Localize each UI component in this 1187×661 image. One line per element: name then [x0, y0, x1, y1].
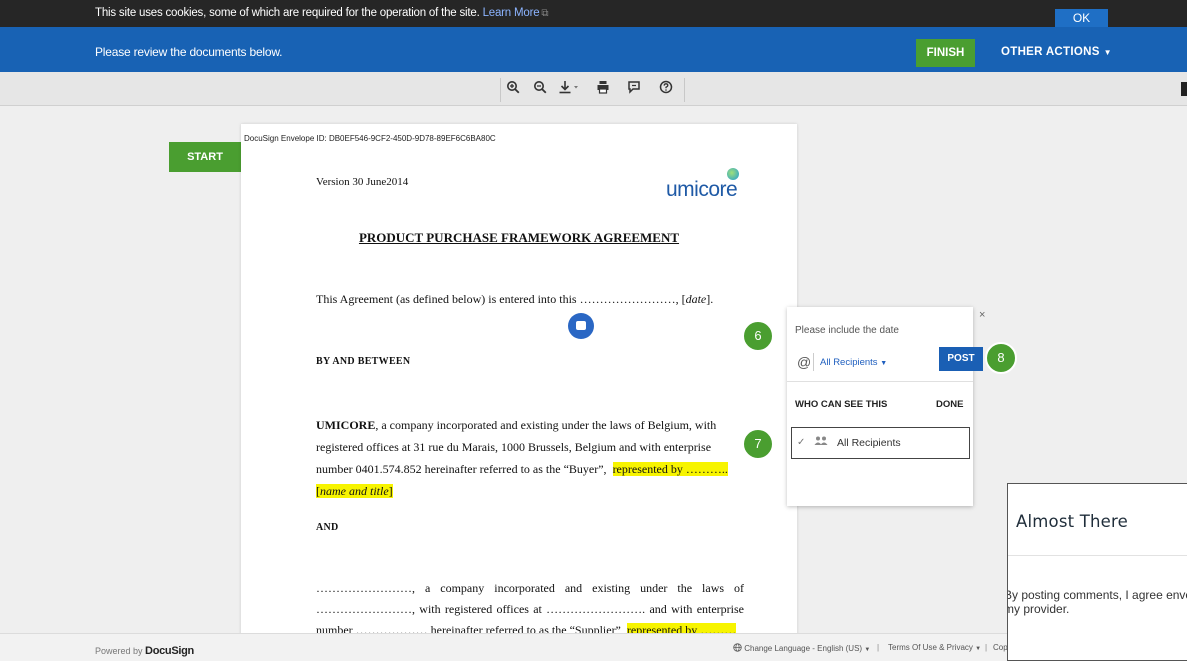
post-button[interactable]: POST	[939, 347, 983, 371]
footer-separator: |	[877, 643, 880, 652]
umicore-logo: umicore	[666, 178, 738, 201]
other-actions-label: OTHER ACTIONS	[1001, 46, 1100, 58]
other-actions-menu[interactable]: OTHER ACTIONS ▼	[1001, 46, 1112, 58]
supplier-paragraph: ……………………, a company incorporated and exi…	[316, 581, 744, 637]
comment-toggle-icon[interactable]	[624, 80, 644, 98]
recipients-dropdown[interactable]: All Recipients ▼	[820, 357, 887, 368]
comment-marker-icon[interactable]	[568, 313, 594, 339]
zoom-out-icon[interactable]	[530, 80, 550, 98]
docusign-logo: DocuSign	[145, 645, 194, 657]
start-button[interactable]: START	[169, 142, 251, 172]
logo-dot-icon	[727, 168, 739, 180]
document-page: DocuSign Envelope ID: DB0EF546-9CF2-450D…	[241, 124, 797, 644]
caret-down-icon: ▼	[1103, 48, 1112, 57]
print-icon[interactable]	[593, 80, 613, 98]
dialog-body-clip: By posting comments, I agree envelope re…	[1008, 556, 1187, 661]
toolbar-divider	[684, 78, 685, 102]
by-and-between-heading: BY AND BETWEEN	[316, 356, 411, 367]
sidebar-toggle-icon[interactable]	[1181, 82, 1187, 96]
caret-down-icon: ▼	[975, 646, 982, 652]
envelope-id: DocuSign Envelope ID: DB0EF546-9CF2-450D…	[244, 134, 496, 143]
zoom-in-icon[interactable]	[503, 80, 523, 98]
people-icon	[814, 436, 828, 449]
cookie-ok-button[interactable]: OK	[1055, 9, 1108, 27]
finish-button[interactable]: FINISH	[916, 39, 975, 67]
terms-link[interactable]: Terms Of Use & Privacy ▼	[888, 643, 981, 652]
document-title: PRODUCT PURCHASE FRAMEWORK AGREEMENT	[358, 230, 680, 245]
change-language-menu[interactable]: Change Language - English (US) ▼	[733, 643, 870, 653]
step-badge: 7	[742, 428, 774, 460]
caret-down-icon: ▼	[880, 360, 888, 367]
and-heading: AND	[316, 522, 339, 533]
footer-separator: |	[985, 643, 988, 652]
globe-icon	[733, 643, 742, 652]
agreement-paragraph: This Agreement (as defined below) is ent…	[316, 292, 714, 306]
cookie-banner: This site uses cookies, some of which ar…	[0, 0, 1187, 27]
close-icon[interactable]: ×	[979, 309, 985, 321]
comment-input[interactable]: Please include the date	[795, 325, 899, 336]
step-badge: 6	[742, 320, 774, 352]
review-message: Please review the documents below.	[95, 45, 283, 59]
help-icon[interactable]	[656, 80, 676, 98]
powered-by: Powered by DocuSign	[95, 645, 194, 657]
umicore-paragraph: UMICORE, a company incorporated and exis…	[316, 418, 728, 498]
checkmark-icon: ✓	[797, 437, 806, 448]
download-icon[interactable]	[556, 80, 584, 98]
cookie-message: This site uses cookies, some of which ar…	[95, 7, 549, 19]
panel-divider	[787, 381, 973, 382]
version-text: Version 30 June2014	[316, 176, 409, 188]
external-link-icon: ⧉	[541, 8, 549, 19]
mention-icon[interactable]: @	[797, 354, 811, 370]
done-button[interactable]: DONE	[936, 399, 963, 410]
copyright-text: Copyright	[993, 643, 1007, 652]
step-badge: 8	[985, 342, 1017, 374]
dialog-title: Almost There	[1016, 512, 1129, 531]
recipient-option-label: All Recipients	[837, 437, 901, 449]
who-can-see-label: WHO CAN SEE THIS	[795, 399, 888, 410]
caret-down-icon: ▼	[864, 647, 871, 653]
mention-divider	[813, 353, 814, 371]
dialog-body: By posting comments, I agree envelope re…	[1008, 588, 1187, 616]
toolbar-divider	[500, 78, 501, 102]
learn-more-link[interactable]: Learn More	[483, 7, 540, 19]
